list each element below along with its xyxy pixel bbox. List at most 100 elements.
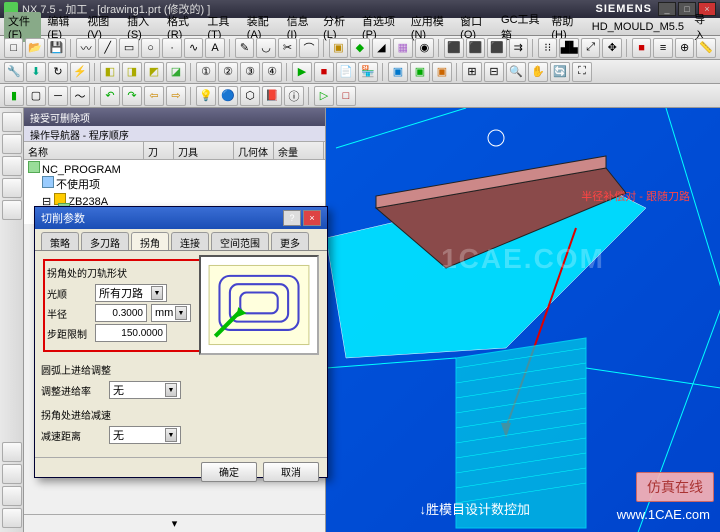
op2-icon[interactable]: ② xyxy=(218,62,238,82)
circle-icon[interactable]: ○ xyxy=(141,38,160,58)
chamfer-icon[interactable]: ◢ xyxy=(372,38,391,58)
ok-button[interactable]: 确定 xyxy=(201,462,257,482)
verify-icon[interactable]: ■ xyxy=(314,62,334,82)
wcs-icon[interactable]: ⊕ xyxy=(675,38,694,58)
dialog-close-icon[interactable]: × xyxy=(303,210,321,226)
box3-icon[interactable]: ▣ xyxy=(432,62,452,82)
tab-connect[interactable]: 连接 xyxy=(171,232,209,250)
step-limit-input[interactable] xyxy=(95,324,167,342)
history-icon[interactable] xyxy=(2,442,22,462)
new-icon[interactable]: □ xyxy=(4,38,23,58)
shop-icon[interactable]: 🏪 xyxy=(358,62,378,82)
help2-icon[interactable] xyxy=(2,508,22,528)
wire-icon[interactable]: ⚡ xyxy=(70,62,90,82)
pattern-icon[interactable]: ⁝⁝ xyxy=(538,38,557,58)
col-path[interactable]: 刀 xyxy=(144,142,174,159)
cancel-button[interactable]: 取消 xyxy=(263,462,319,482)
op1-icon[interactable]: ① xyxy=(196,62,216,82)
tab-more[interactable]: 更多 xyxy=(271,232,309,250)
radius-input[interactable] xyxy=(95,304,147,322)
color-icon[interactable]: ■ xyxy=(632,38,651,58)
intersect-icon[interactable]: ⬛ xyxy=(487,38,506,58)
cube4-icon[interactable]: ◪ xyxy=(166,62,186,82)
radius-unit-select[interactable]: mm▼ xyxy=(151,304,191,322)
text-icon[interactable]: A xyxy=(205,38,224,58)
op3-icon[interactable]: ③ xyxy=(240,62,260,82)
tab-corners[interactable]: 拐角 xyxy=(131,232,169,250)
grid-icon[interactable]: ⊞ xyxy=(462,62,482,82)
mill-icon[interactable]: 🔧 xyxy=(4,62,24,82)
op4-icon[interactable]: ④ xyxy=(262,62,282,82)
redo-icon[interactable]: ↷ xyxy=(122,86,142,106)
cube3-icon[interactable]: ◩ xyxy=(144,62,164,82)
nav-geometry-icon[interactable] xyxy=(2,156,22,176)
hole-icon[interactable]: ◉ xyxy=(415,38,434,58)
nav-method-icon[interactable] xyxy=(2,200,22,220)
shell-icon[interactable]: ▦ xyxy=(393,38,412,58)
info-icon[interactable]: ⓘ xyxy=(284,86,304,106)
move-icon[interactable]: ✥ xyxy=(602,38,621,58)
dialog-help-icon[interactable]: ? xyxy=(283,210,301,226)
mirror-icon[interactable]: ▟▙ xyxy=(559,38,578,58)
fillet-icon[interactable]: ⌒ xyxy=(299,38,318,58)
drill-icon[interactable]: ⬇ xyxy=(26,62,46,82)
adjust-feed-select[interactable]: 无▼ xyxy=(109,381,181,399)
box1-icon[interactable]: ▣ xyxy=(388,62,408,82)
table-row[interactable]: NC_PROGRAM xyxy=(24,160,325,176)
nav-tool-icon[interactable] xyxy=(2,178,22,198)
save-icon[interactable]: 💾 xyxy=(47,38,66,58)
dialog-titlebar[interactable]: 切削参数 ? × xyxy=(35,207,327,229)
sel-body-icon[interactable]: ▮ xyxy=(4,86,24,106)
arc-icon[interactable]: ◡ xyxy=(256,38,275,58)
roles-icon[interactable] xyxy=(2,464,22,484)
sel-face-icon[interactable]: ▢ xyxy=(26,86,46,106)
tab-strategy[interactable]: 策略 xyxy=(41,232,79,250)
extrude-icon[interactable]: ▣ xyxy=(329,38,348,58)
smooth-select[interactable]: 所有刀路▼ xyxy=(95,284,167,302)
rect-icon[interactable]: ▭ xyxy=(119,38,138,58)
sketch-icon[interactable]: ✎ xyxy=(235,38,254,58)
post-icon[interactable]: 📄 xyxy=(336,62,356,82)
measure-icon[interactable]: 📏 xyxy=(696,38,715,58)
point-icon[interactable]: · xyxy=(162,38,181,58)
lamp-icon[interactable]: 💡 xyxy=(196,86,216,106)
slowdown-dist-select[interactable]: 无▼ xyxy=(109,426,181,444)
stop-icon[interactable]: □ xyxy=(336,86,356,106)
minimize-button[interactable]: _ xyxy=(658,2,676,16)
menu-hdmould[interactable]: HD_MOULD_M5.5 xyxy=(588,20,688,34)
sel-curve-icon[interactable]: 〜 xyxy=(70,86,90,106)
layer-icon[interactable]: ≡ xyxy=(653,38,672,58)
generate-icon[interactable]: ▶ xyxy=(292,62,312,82)
turn-icon[interactable]: ↻ xyxy=(48,62,68,82)
panel-collapse-icon[interactable]: ▾ xyxy=(24,514,325,532)
nav-operation-icon[interactable] xyxy=(2,112,22,132)
col-name[interactable]: 名称 xyxy=(24,142,144,159)
col-geom[interactable]: 几何体 xyxy=(234,142,274,159)
unite-icon[interactable]: ⬛ xyxy=(444,38,463,58)
table-row[interactable]: 不使用项 xyxy=(24,176,325,192)
open-icon[interactable]: 📂 xyxy=(25,38,44,58)
cube2-icon[interactable]: ◨ xyxy=(122,62,142,82)
tab-containment[interactable]: 空间范围 xyxy=(211,232,269,250)
book-icon[interactable]: 📕 xyxy=(262,86,282,106)
zoom-icon[interactable]: 🔍 xyxy=(506,62,526,82)
col-stock[interactable]: 余量 xyxy=(274,142,324,159)
play-icon[interactable]: ▷ xyxy=(314,86,334,106)
line-icon[interactable]: ╱ xyxy=(98,38,117,58)
undo-icon[interactable]: ↶ xyxy=(100,86,120,106)
3d-viewport[interactable]: 半径补偿对 - 跟随刀路 1CAE.COM ↓胜模目设计数控加 仿真在线 www… xyxy=(326,108,720,532)
back-icon[interactable]: ⇦ xyxy=(144,86,164,106)
rotate-icon[interactable]: 🔄 xyxy=(550,62,570,82)
tab-multipass[interactable]: 多刀路 xyxy=(81,232,129,250)
pan-icon[interactable]: ✋ xyxy=(528,62,548,82)
col-tool[interactable]: 刀具 xyxy=(174,142,234,159)
web-icon[interactable] xyxy=(2,486,22,506)
curve-icon[interactable]: 〰 xyxy=(76,38,95,58)
sel-edge-icon[interactable]: ─ xyxy=(48,86,68,106)
offset-icon[interactable]: ⇉ xyxy=(509,38,528,58)
blend-icon[interactable]: ◆ xyxy=(350,38,369,58)
spline-icon[interactable]: ∿ xyxy=(184,38,203,58)
cube1-icon[interactable]: ◧ xyxy=(100,62,120,82)
fwd-icon[interactable]: ⇨ xyxy=(166,86,186,106)
split-icon[interactable]: ⊟ xyxy=(484,62,504,82)
